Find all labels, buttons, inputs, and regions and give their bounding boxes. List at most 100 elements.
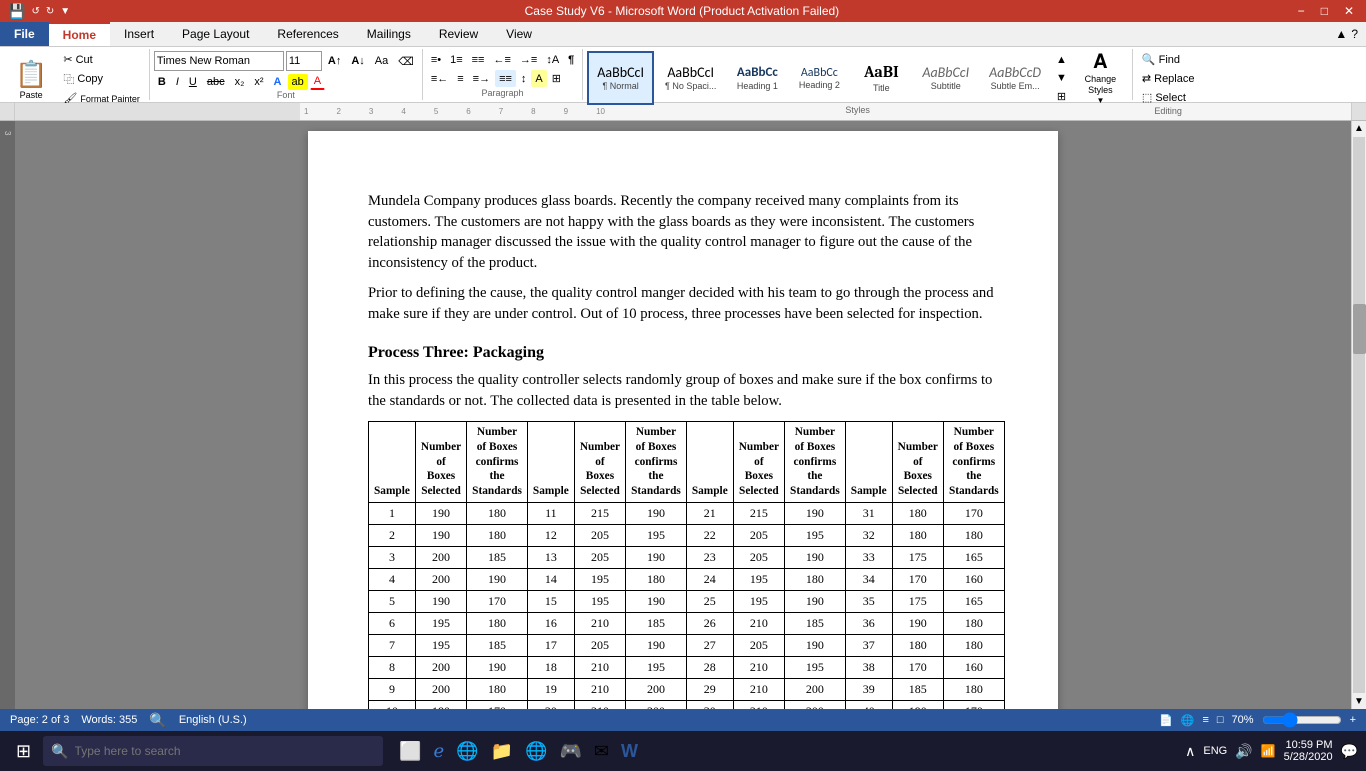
taskbar-right: ∧ ENG 🔊 📶 10:59 PM 5/28/2020 💬 <box>1185 739 1358 763</box>
page-container[interactable]: Mundela Company produces glass boards. R… <box>15 121 1351 709</box>
start-btn[interactable]: ⊞ <box>8 737 39 766</box>
ribbon-collapse-btn[interactable]: ▲ <box>1335 27 1347 41</box>
maximize-btn[interactable]: □ <box>1317 4 1332 18</box>
word-icon[interactable]: W <box>617 737 642 766</box>
align-center-btn[interactable]: ≡ <box>453 70 467 87</box>
help-btn[interactable]: ? <box>1351 27 1358 41</box>
style-subtitle[interactable]: AaBbCcI Subtitle <box>913 51 978 105</box>
increase-indent-btn[interactable]: →≡ <box>516 52 541 68</box>
copy-btn[interactable]: ⿻ Copy <box>58 69 145 89</box>
find-btn[interactable]: 🔍 Find <box>1137 51 1200 68</box>
style-no-spacing[interactable]: AaBbCcI ¶ No Spaci... <box>656 51 725 105</box>
paste-btn[interactable]: 📋 Paste <box>8 54 54 105</box>
styles-scroll-up-btn[interactable]: ▲ <box>1052 52 1071 68</box>
date-display: 5/28/2020 <box>1284 751 1333 763</box>
minimize-btn[interactable]: − <box>1294 4 1309 18</box>
view-outline-icon[interactable]: ≡ <box>1202 714 1208 726</box>
view-print-icon[interactable]: 📄 <box>1159 714 1173 727</box>
align-right-btn[interactable]: ≡→ <box>469 70 494 87</box>
scroll-thumb[interactable] <box>1353 304 1366 354</box>
folder-icon[interactable]: 📁 <box>487 737 517 766</box>
tab-review[interactable]: Review <box>425 22 492 46</box>
font-name-input[interactable] <box>154 51 284 71</box>
scroll-track[interactable] <box>1353 137 1365 693</box>
style-normal[interactable]: AaBbCcI ¶ Normal <box>587 51 654 105</box>
table-cell: 170 <box>943 700 1004 709</box>
search-icon: 🔍 <box>51 743 68 760</box>
font-color-btn[interactable]: A <box>310 73 325 90</box>
line-spacing-btn[interactable]: ↕ <box>517 70 531 87</box>
tab-home[interactable]: Home <box>49 22 110 46</box>
clear-formatting-btn[interactable]: ⌫ <box>394 53 418 70</box>
task-view-btn[interactable]: ⬜ <box>395 737 425 766</box>
network-icon[interactable]: 📶 <box>1261 744 1276 758</box>
bold-btn[interactable]: B <box>154 74 170 90</box>
bullets-btn[interactable]: ≡• <box>427 52 445 68</box>
increase-font-btn[interactable]: A↑ <box>324 53 345 69</box>
tab-page-layout[interactable]: Page Layout <box>168 22 263 46</box>
tab-view[interactable]: View <box>492 22 546 46</box>
tray-up-icon[interactable]: ∧ <box>1185 743 1195 760</box>
table-cell: 15 <box>527 590 574 612</box>
style-title[interactable]: AaBI Title <box>851 51 911 105</box>
scroll-down-btn[interactable]: ▼ <box>1352 694 1366 709</box>
scroll-up-btn[interactable]: ▲ <box>1352 121 1366 136</box>
superscript-btn[interactable]: x² <box>250 74 267 90</box>
sound-icon[interactable]: 🔊 <box>1235 743 1252 760</box>
italic-btn[interactable]: I <box>172 74 183 90</box>
shading-btn[interactable]: A <box>531 70 546 87</box>
borders-btn[interactable]: ⊞ <box>548 70 565 87</box>
style-subtle-em[interactable]: AaBbCcD Subtle Em... <box>980 51 1050 105</box>
font-size-input[interactable] <box>286 51 322 71</box>
subscript-btn[interactable]: x₂ <box>231 74 249 90</box>
view-draft-icon[interactable]: □ <box>1217 714 1224 726</box>
edge-icon[interactable]: ℯ <box>430 737 449 766</box>
store-icon[interactable]: 🎮 <box>555 737 585 766</box>
close-btn[interactable]: ✕ <box>1340 4 1358 18</box>
tab-insert[interactable]: Insert <box>110 22 168 46</box>
replace-btn[interactable]: ⇄ Replace <box>1137 70 1200 87</box>
text-effect-btn[interactable]: A <box>270 74 286 90</box>
justify-btn[interactable]: ≡≡ <box>495 70 516 87</box>
show-hide-btn[interactable]: ¶ <box>564 52 578 68</box>
table-cell: 180 <box>467 524 528 546</box>
notification-icon[interactable]: 💬 <box>1341 743 1358 760</box>
chrome-icon[interactable]: 🌐 <box>521 737 551 766</box>
tab-file[interactable]: File <box>0 22 49 46</box>
decrease-indent-btn[interactable]: ←≡ <box>489 52 514 68</box>
tab-mailings[interactable]: Mailings <box>353 22 425 46</box>
style-heading2[interactable]: AaBbCc Heading 2 <box>789 51 849 105</box>
tab-references[interactable]: References <box>263 22 352 46</box>
table-cell: 34 <box>845 568 892 590</box>
styles-scroll-down-btn[interactable]: ▼ <box>1052 70 1071 86</box>
highlight-btn[interactable]: ab <box>288 74 308 90</box>
mail-icon[interactable]: ✉ <box>590 737 613 766</box>
multilevel-btn[interactable]: ≡≡ <box>468 52 489 68</box>
style-heading1[interactable]: AaBbCc Heading 1 <box>727 51 787 105</box>
sort-btn[interactable]: ↕A <box>542 52 563 68</box>
strikethrough-btn[interactable]: abc <box>203 74 229 90</box>
change-case-btn[interactable]: Aa <box>371 53 392 69</box>
table-cell: 1 <box>369 502 416 524</box>
spell-check-icon[interactable]: 🔍 <box>149 712 166 729</box>
zoom-in-btn[interactable]: + <box>1350 714 1356 726</box>
zoom-slider[interactable] <box>1262 714 1342 726</box>
view-web-icon[interactable]: 🌐 <box>1181 714 1195 727</box>
search-input[interactable] <box>75 744 355 758</box>
decrease-font-btn[interactable]: A↓ <box>347 53 368 69</box>
search-bar[interactable]: 🔍 <box>43 736 383 766</box>
table-cell: 195 <box>626 656 687 678</box>
table-cell: 205 <box>574 634 625 656</box>
numbering-btn[interactable]: 1≡ <box>446 52 467 68</box>
v-scrollbar[interactable]: ▲ ▼ <box>1351 121 1366 709</box>
document-page: Mundela Company produces glass boards. R… <box>308 131 1058 709</box>
cut-btn[interactable]: ✂ Cut <box>58 51 145 68</box>
select-btn[interactable]: ⬚ Select <box>1137 89 1200 106</box>
align-left-btn[interactable]: ≡← <box>427 70 452 87</box>
styles-expand-btn[interactable]: ⊞ <box>1052 88 1071 105</box>
change-styles-btn[interactable]: 𝐀 ChangeStyles ▼ <box>1073 51 1128 105</box>
underline-btn[interactable]: U <box>185 74 201 90</box>
explorer-icon[interactable]: 🌐 <box>452 737 482 766</box>
title-bar: 💾 ↺ ↻ ▼ Case Study V6 - Microsoft Word (… <box>0 0 1366 22</box>
editing-group: 🔍 Find ⇄ Replace ⬚ Select Editing <box>1133 49 1204 100</box>
